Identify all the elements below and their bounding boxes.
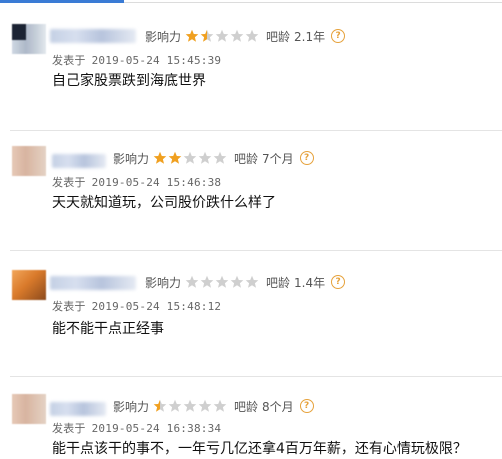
user-meta: 影响力 吧龄 8个月 ? [113,396,314,416]
help-icon[interactable]: ? [331,275,346,289]
influence-rating [185,275,260,289]
star-icon [183,151,197,165]
bar-age-value: 2.1年 [294,29,326,44]
influence-label: 影响力 [113,399,150,414]
tab-baseline [124,2,502,3]
help-icon[interactable]: ? [299,151,314,165]
posted-label: 发表于 [52,422,86,435]
star-icon [245,275,259,289]
bar-age-value: 8个月 [262,399,294,414]
posted-time: 2019-05-24 15:46:38 [91,176,222,189]
active-tab-underline [0,0,124,3]
bar-age-label: 吧龄 [266,275,291,290]
influence-rating [185,29,260,43]
bar-age-label: 吧龄 [234,151,259,166]
star-icon [245,29,259,43]
post-content: 自己家股票跌到海底世界 [52,73,206,89]
divider [10,376,502,377]
star-icon [200,275,214,289]
posted-time: 2019-05-24 15:48:12 [91,300,222,313]
username-blurred[interactable] [52,154,106,168]
user-meta: 影响力 吧龄 2.1年 ? [145,26,346,46]
star-icon [198,399,212,413]
help-icon[interactable]: ? [299,399,314,413]
influence-label: 影响力 [113,151,150,166]
bar-age-label: 吧龄 [234,399,259,414]
divider [10,130,502,131]
help-icon[interactable]: ? [331,29,346,43]
star-icon [168,399,182,413]
star-icon [185,29,199,43]
avatar[interactable] [12,24,46,54]
username-blurred[interactable] [50,276,136,290]
influence-label: 影响力 [145,29,182,44]
star-icon [185,275,199,289]
influence-rating [153,399,228,413]
influence-rating [153,151,228,165]
star-icon [153,151,167,165]
posted-label: 发表于 [52,300,86,313]
post-timestamp: 发表于 2019-05-24 15:48:12 [52,298,221,314]
post-timestamp: 发表于 2019-05-24 15:45:39 [52,52,221,68]
avatar[interactable] [12,146,46,176]
username-blurred[interactable] [50,29,136,43]
star-icon [183,399,197,413]
star-icon [198,151,212,165]
star-icon [213,399,227,413]
divider [10,250,502,251]
post-content: 天天就知道玩，公司股价跌什么样了 [52,195,276,211]
avatar[interactable] [12,270,46,300]
bar-age-label: 吧龄 [266,29,291,44]
post-content: 能干点该干的事不，一年亏几亿还拿4百万年薪，还有心情玩极限？ [52,441,467,457]
posted-label: 发表于 [52,54,86,67]
star-icon [230,29,244,43]
bar-age-value: 7个月 [262,151,294,166]
posted-time: 2019-05-24 15:45:39 [91,54,222,67]
post-timestamp: 发表于 2019-05-24 15:46:38 [52,174,221,190]
username-blurred[interactable] [50,402,106,416]
top-tab-indicator [0,0,502,5]
user-meta: 影响力 吧龄 7个月 ? [113,148,314,168]
avatar[interactable] [12,394,46,424]
star-icon [213,151,227,165]
star-icon [200,29,214,43]
posted-label: 发表于 [52,176,86,189]
star-icon [168,151,182,165]
influence-label: 影响力 [145,275,182,290]
post-timestamp: 发表于 2019-05-24 16:38:34 [52,420,221,436]
post-content: 能不能干点正经事 [52,321,164,337]
star-icon [230,275,244,289]
star-icon [215,275,229,289]
user-meta: 影响力 吧龄 1.4年 ? [145,272,346,292]
star-icon [153,399,167,413]
posted-time: 2019-05-24 16:38:34 [91,422,222,435]
star-icon [215,29,229,43]
bar-age-value: 1.4年 [294,275,326,290]
